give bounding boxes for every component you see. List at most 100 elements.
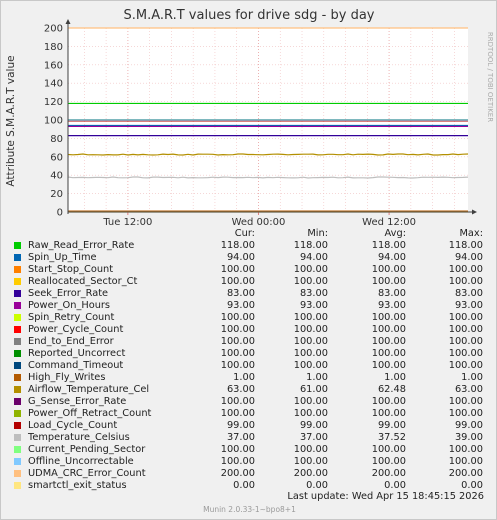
legend-max-value: 99.00 (454, 420, 483, 431)
y-axis-label: Attribute S.M.A.R.T value (5, 55, 17, 186)
legend-avg-value: 100.00 (371, 336, 406, 347)
y-tick-label: 160 (44, 60, 63, 71)
legend-swatch (14, 422, 21, 429)
legend-min-value: 61.00 (299, 384, 328, 395)
legend-avg-value: 94.00 (377, 252, 406, 263)
legend-avg-value: 100.00 (371, 456, 406, 467)
legend-min-value: 83.00 (299, 288, 328, 299)
legend-row: End_to_End_Error 100.00 100.00 100.00 100.00 (13, 336, 485, 348)
legend-series-name: Airflow_Temperature_Cel (28, 384, 150, 395)
legend-max-value: 100.00 (448, 456, 483, 467)
legend-min-value: 94.00 (299, 252, 328, 263)
legend-swatch (14, 290, 21, 297)
y-tick-labels: 0 20 40 60 80 100 120 140 160 180 200 (44, 24, 63, 219)
legend-cur-value: 100.00 (220, 348, 255, 359)
legend-swatch (14, 266, 21, 273)
legend-table: Cur: Min: Avg: Max: Raw_Read_Error_Rate 1… (13, 228, 485, 492)
legend-avg-value: 83.00 (377, 288, 406, 299)
legend-row: Power_On_Hours 93.00 93.00 93.00 93.00 (13, 300, 485, 312)
y-axis-arrow (65, 19, 71, 24)
legend-avg-value: 100.00 (371, 264, 406, 275)
legend-series-name: Power_Off_Retract_Count (28, 408, 152, 419)
y-tick-label: 80 (50, 134, 63, 145)
legend-series-name: Current_Pending_Sector (28, 444, 146, 455)
legend-cur-value: 100.00 (220, 456, 255, 467)
legend-cur-value: 100.00 (220, 324, 255, 335)
legend-min-value: 100.00 (293, 336, 328, 347)
legend-avg-value: 100.00 (371, 444, 406, 455)
legend-cur-value: 100.00 (220, 408, 255, 419)
legend-row: UDMA_CRC_Error_Count 200.00 200.00 200.00 20… (13, 468, 485, 480)
legend-max-value: 118.00 (448, 240, 483, 251)
legend-row: Airflow_Temperature_Cel 63.00 61.00 62.48 63… (13, 384, 485, 396)
legend-max-value: 100.00 (448, 396, 483, 407)
munin-version-footer: Munin 2.0.33-1~bpo8+1 (203, 505, 296, 514)
legend-min-value: 93.00 (299, 300, 328, 311)
legend-avg-value: 100.00 (371, 396, 406, 407)
legend-row: Reallocated_Sector_Ct 100.00 100.00 100.00 1… (13, 276, 485, 288)
legend-row: Current_Pending_Sector 100.00 100.00 100.00… (13, 444, 485, 456)
legend-avg-value: 93.00 (377, 300, 406, 311)
legend-min-value: 100.00 (293, 276, 328, 287)
legend-series-name: Spin_Retry_Count (28, 312, 115, 323)
legend-series-name: High_Fly_Writes (28, 372, 106, 383)
x-tick-label: Wed 00:00 (232, 217, 286, 227)
y-tick-label: 0 (57, 208, 63, 219)
legend-row: Spin_Retry_Count 100.00 100.00 100.00 100.00 (13, 312, 485, 324)
legend-cur-value: 100.00 (220, 312, 255, 323)
legend-swatch (14, 470, 21, 477)
legend-swatch (14, 410, 21, 417)
legend-cur-value: 100.00 (220, 360, 255, 371)
legend-cur-value: 94.00 (226, 252, 255, 263)
legend-cur-value: 93.00 (226, 300, 255, 311)
legend-max-value: 200.00 (448, 468, 483, 479)
y-tick-label: 60 (50, 152, 63, 163)
y-tick-label: 140 (44, 79, 63, 90)
legend-cur-value: 200.00 (220, 468, 255, 479)
legend-min-value: 200.00 (293, 468, 328, 479)
legend-avg-value: 100.00 (371, 360, 406, 371)
legend-max-value: 100.00 (448, 324, 483, 335)
legend-swatch (14, 446, 21, 453)
legend-row: Load_Cycle_Count 99.00 99.00 99.00 99.00 (13, 420, 485, 432)
legend-min-value: 100.00 (293, 324, 328, 335)
chart-title: S.M.A.R.T values for drive sdg - by day (124, 8, 375, 23)
legend-cur-value: 100.00 (220, 396, 255, 407)
munin-graph: S.M.A.R.T values for drive sdg - by day … (0, 0, 497, 520)
legend-max-value: 100.00 (448, 444, 483, 455)
legend-max-value: 100.00 (448, 408, 483, 419)
legend-row: Power_Off_Retract_Count 100.00 100.00 100.0… (13, 408, 485, 420)
col-cur-header: Cur: (234, 228, 255, 239)
legend-max-value: 100.00 (448, 360, 483, 371)
legend-series-name: Start_Stop_Count (28, 264, 114, 275)
legend-series-name: Reallocated_Sector_Ct (28, 276, 138, 287)
legend-cur-value: 100.00 (220, 336, 255, 347)
legend-series-name: UDMA_CRC_Error_Count (28, 468, 146, 479)
legend-swatch (14, 302, 21, 309)
legend-row: Power_Cycle_Count 100.00 100.00 100.00 100.0… (13, 324, 485, 336)
legend-avg-value: 62.48 (377, 384, 406, 395)
legend-row: Offline_Uncorrectable 100.00 100.00 100.00 1… (13, 456, 485, 468)
legend-row: Seek_Error_Rate 83.00 83.00 83.00 83.00 (13, 288, 485, 300)
y-tick-label: 100 (44, 116, 63, 127)
x-tick-label: Tue 12:00 (102, 217, 152, 227)
legend-swatch (14, 458, 21, 465)
legend-max-value: 1.00 (461, 372, 483, 383)
legend-cur-value: 99.00 (226, 420, 255, 431)
legend-min-value: 100.00 (293, 456, 328, 467)
legend-min-value: 100.00 (293, 264, 328, 275)
x-axis-arrow (472, 209, 477, 215)
legend-min-value: 37.00 (299, 432, 328, 443)
legend-series-name: Reported_Uncorrect (28, 348, 126, 359)
col-min-header: Min: (307, 228, 328, 239)
legend-min-value: 100.00 (293, 360, 328, 371)
legend-series-name: Command_Timeout (28, 360, 124, 371)
legend-avg-value: 100.00 (371, 312, 406, 323)
legend-min-value: 100.00 (293, 408, 328, 419)
y-tick-label: 180 (44, 42, 63, 53)
legend-swatch (14, 314, 21, 321)
legend-cur-value: 63.00 (226, 384, 255, 395)
y-tick-label: 40 (50, 171, 63, 182)
legend-avg-value: 100.00 (371, 408, 406, 419)
legend-max-value: 100.00 (448, 312, 483, 323)
